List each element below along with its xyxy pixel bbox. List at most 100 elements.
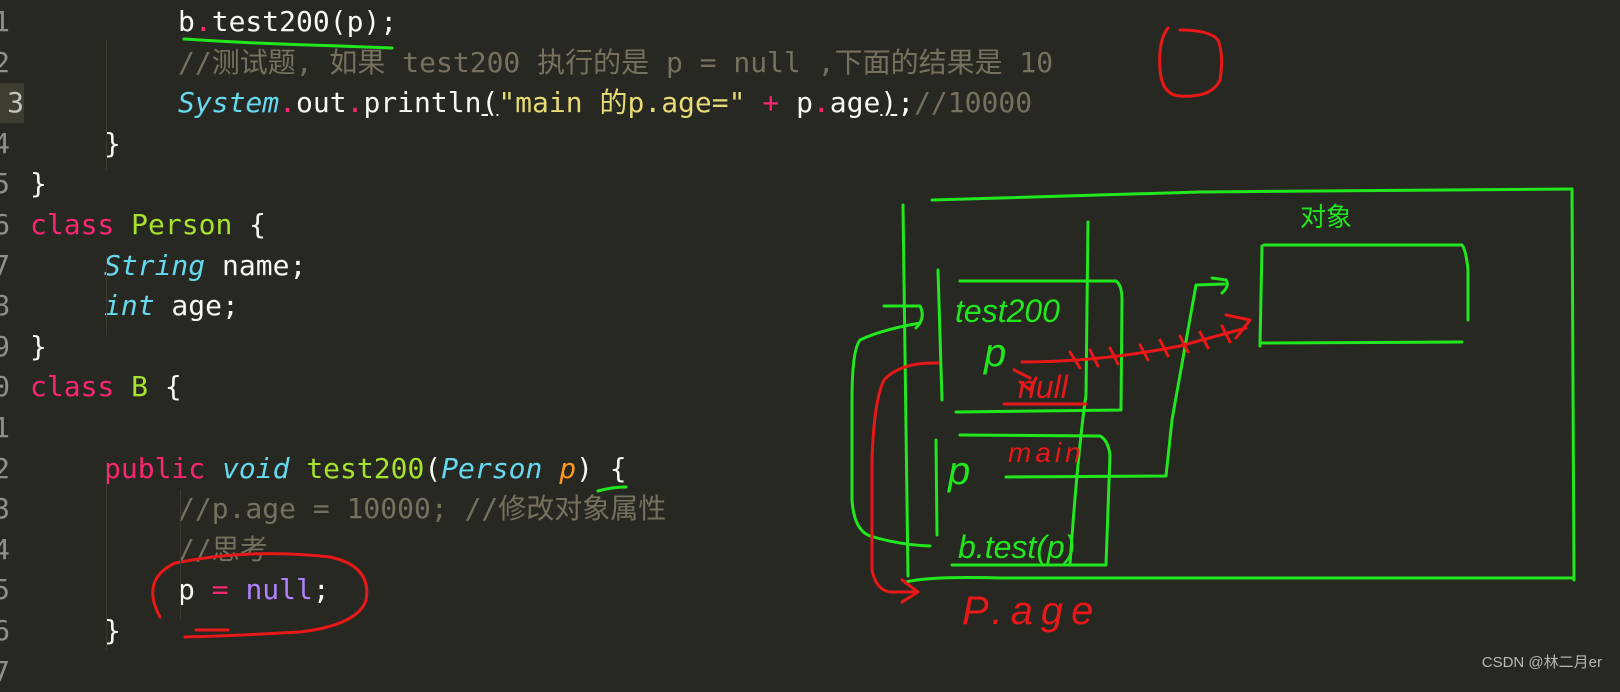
line-number: 9	[0, 329, 10, 363]
code-token: p	[796, 86, 813, 120]
code-token: p	[559, 451, 577, 485]
code-token: int	[104, 289, 155, 323]
code-line[interactable]: public void test200(Person p) {	[104, 449, 627, 489]
code-token: =	[194, 573, 246, 607]
red-cross-marks	[1068, 324, 1232, 370]
code-line[interactable]: String name;	[104, 246, 306, 286]
red-circle-answer	[1158, 26, 1224, 98]
indent-guide	[106, 460, 107, 650]
code-token: .	[346, 86, 364, 120]
code-line[interactable]: //测试题, 如果 test200 执行的是 p = null ,下面的结果是 …	[178, 43, 1053, 83]
label-call: b.test(p)	[958, 529, 1075, 565]
line-number: 3	[0, 83, 24, 124]
test200-frame	[954, 279, 1124, 414]
code-token: +	[745, 86, 797, 120]
code-token: }	[30, 329, 47, 363]
line-number: 4	[0, 532, 10, 566]
line-number: 4	[0, 126, 10, 160]
indent-guide	[106, 40, 107, 170]
code-line[interactable]: int age;	[104, 286, 239, 326]
code-token: null	[245, 573, 313, 607]
code-token: void	[222, 451, 290, 485]
code-line[interactable]: //p.age = 10000; //修改对象属性	[178, 489, 666, 529]
code-token: b	[178, 5, 195, 38]
code-token: }	[30, 167, 47, 201]
green-left-loop	[850, 304, 932, 548]
code-token: println	[363, 86, 482, 120]
code-token: //思考	[178, 532, 268, 566]
line-number: 1	[0, 411, 10, 444]
inner-left-line	[936, 268, 944, 402]
csdn-watermark: CSDN @林二月er	[1481, 654, 1602, 671]
outer-frame-top	[930, 187, 1574, 202]
code-token: class	[30, 208, 115, 241]
code-token: ) {	[576, 451, 627, 485]
line-number: 6	[0, 208, 10, 241]
indent-guide	[180, 490, 181, 620]
stack-right-line	[1068, 220, 1090, 566]
main-frame-left	[934, 438, 939, 537]
code-line[interactable]: System.out.println("main 的p.age=" + p.ag…	[178, 83, 1032, 123]
code-line[interactable]: b.test200(p);	[178, 2, 397, 42]
line-number: 7	[0, 248, 10, 282]
red-curve-to-result	[870, 361, 940, 604]
code-token: {	[232, 208, 267, 241]
line-number: 2	[0, 451, 10, 485]
code-line[interactable]: //思考	[178, 530, 268, 570]
code-token: //10000	[914, 86, 1033, 120]
code-line[interactable]: }	[30, 327, 47, 367]
main-frame	[950, 433, 1112, 567]
line-number: 5	[0, 167, 10, 201]
line-number: 5	[0, 573, 10, 607]
outer-frame-right	[1570, 187, 1576, 582]
line-number: 6	[0, 614, 10, 647]
code-token: {	[148, 370, 182, 404]
label-test200: test200	[955, 293, 1060, 329]
label-heap-object: 对象	[1300, 202, 1352, 232]
code-token: System	[178, 86, 280, 120]
line-number-gutter: 12345678901234567	[0, 0, 28, 688]
code-token: (	[481, 86, 499, 120]
code-token: age	[829, 86, 881, 120]
code-token: .	[279, 86, 297, 120]
line-number: 0	[0, 370, 10, 404]
code-token: age;	[154, 289, 239, 323]
stack-left-line	[901, 203, 910, 578]
red-crossed-reference	[1020, 313, 1252, 364]
code-token: class	[30, 370, 115, 404]
label-null: null	[1018, 369, 1069, 405]
label-main: main	[1008, 437, 1085, 468]
indent-guide	[106, 255, 107, 335]
code-token: .	[194, 5, 212, 38]
line-number: 8	[0, 289, 10, 323]
code-token: out	[296, 86, 347, 120]
red-arrow-to-null	[1012, 368, 1038, 392]
code-token: String	[104, 248, 206, 282]
code-token: public	[104, 451, 206, 485]
label-p-main: p	[947, 449, 970, 493]
code-token: ;	[312, 573, 330, 607]
outer-frame-bottom	[904, 576, 1576, 584]
code-token: Person	[131, 208, 233, 241]
code-token: ;	[897, 86, 915, 120]
code-token: Person	[441, 451, 543, 485]
code-token: test200(p);	[211, 5, 398, 38]
heap-object-box	[1258, 243, 1470, 348]
code-token: B	[131, 370, 149, 404]
code-token: //p.age = 10000; //修改对象属性	[178, 492, 667, 526]
code-token: .	[812, 86, 830, 120]
code-line[interactable]: class Person {	[30, 205, 266, 245]
code-token: (	[424, 451, 442, 485]
code-line[interactable]: class B {	[30, 367, 182, 407]
line-number: 3	[0, 492, 10, 526]
code-token: "main 的p.age="	[498, 86, 746, 120]
code-token: //测试题, 如果 test200 执行的是 p = null ,下面的结果是 …	[178, 45, 1054, 79]
main-p-reference	[1004, 276, 1229, 479]
code-line[interactable]: p = null;	[178, 570, 330, 610]
label-p-test200: p	[983, 331, 1006, 375]
code-line[interactable]: }	[30, 164, 47, 204]
